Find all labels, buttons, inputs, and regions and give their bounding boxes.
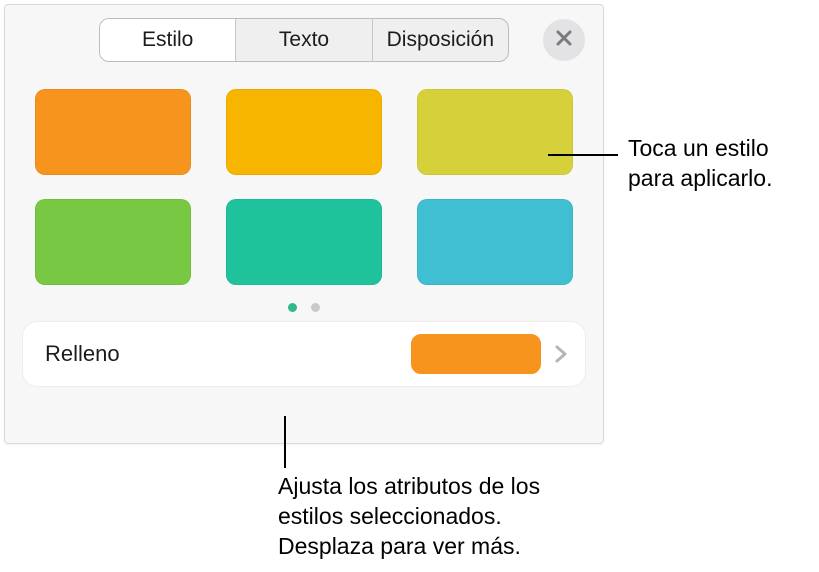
callout-line — [284, 416, 286, 468]
segmented-tabs: Estilo Texto Disposición — [99, 18, 509, 62]
tab-style[interactable]: Estilo — [100, 19, 235, 61]
tab-layout-label: Disposición — [387, 28, 494, 52]
tab-text[interactable]: Texto — [235, 19, 371, 61]
style-swatch[interactable] — [226, 199, 382, 285]
swatch-row-1 — [35, 89, 573, 175]
style-swatch-grid — [5, 75, 603, 285]
format-panel: Estilo Texto Disposición — [4, 4, 604, 444]
callout-text: Ajusta los atributos de los estilos sele… — [278, 473, 540, 559]
callout-text: Toca un estilo para aplicarlo. — [628, 135, 772, 191]
tab-layout[interactable]: Disposición — [372, 19, 508, 61]
style-swatch[interactable] — [417, 199, 573, 285]
callout-adjust-attributes: Ajusta los atributos de los estilos sele… — [278, 472, 588, 562]
page-dot-active — [288, 303, 297, 312]
fill-label: Relleno — [45, 341, 411, 367]
callout-line — [548, 154, 618, 156]
close-icon — [555, 29, 573, 52]
fill-color-preview — [411, 334, 541, 374]
swatch-row-2 — [35, 199, 573, 285]
fill-row[interactable]: Relleno — [23, 322, 585, 386]
close-button[interactable] — [543, 19, 585, 61]
callout-apply-style: Toca un estilo para aplicarlo. — [628, 134, 818, 194]
panel-header: Estilo Texto Disposición — [5, 5, 603, 75]
tab-text-label: Texto — [279, 28, 329, 52]
style-swatch[interactable] — [417, 89, 573, 175]
style-swatch[interactable] — [226, 89, 382, 175]
pagination-dots[interactable] — [5, 303, 603, 312]
page-dot — [311, 303, 320, 312]
style-swatch[interactable] — [35, 89, 191, 175]
tab-style-label: Estilo — [142, 28, 193, 52]
style-swatch[interactable] — [35, 199, 191, 285]
chevron-right-icon — [553, 342, 569, 366]
